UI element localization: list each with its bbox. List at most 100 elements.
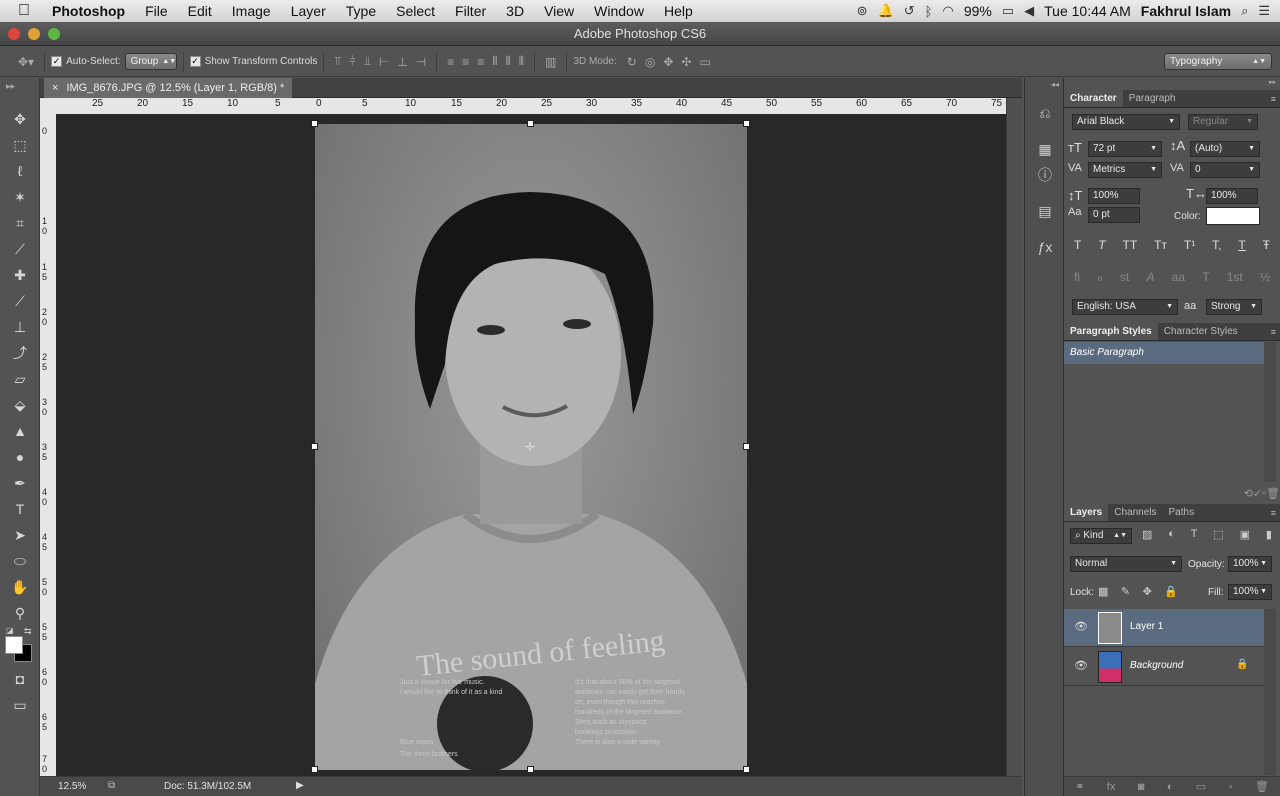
screen-mode-icon[interactable]: ▭ (0, 692, 40, 718)
lock-image-icon[interactable]: ✎ (1121, 585, 1130, 598)
add-mask-icon[interactable]: ◙ (1138, 781, 1145, 793)
bluetooth-icon[interactable]: ᛒ (925, 4, 933, 19)
fill-field[interactable]: 100% ▼ (1228, 584, 1272, 600)
paragraph-style-item[interactable]: Basic Paragraph (1064, 342, 1264, 364)
delete-layer-icon[interactable]: 🗑 (1255, 780, 1269, 793)
ordinals-button[interactable]: 1st (1227, 270, 1243, 284)
kerning-field[interactable]: Metrics ▼ (1088, 162, 1162, 178)
commit-override-icon[interactable]: ✓ (1253, 487, 1262, 500)
delete-style-icon[interactable]: 🗑 (1266, 487, 1280, 500)
notification-bell-icon[interactable]: 🔔 (878, 3, 894, 19)
leading-field[interactable]: (Auto) ▼ (1190, 141, 1260, 157)
transform-center-icon[interactable]: ✛ (525, 440, 535, 454)
clear-override-icon[interactable]: ⟲ (1244, 487, 1253, 500)
filter-toggle-icon[interactable]: ▮ (1266, 528, 1272, 541)
swap-colors-icon[interactable]: ⇆ (24, 626, 32, 637)
tab-paths[interactable]: Paths (1163, 504, 1201, 521)
notification-center-icon[interactable]: ☰ (1258, 3, 1270, 19)
layers-scrollbar[interactable] (1264, 609, 1276, 775)
faux-italic-button[interactable]: T (1098, 238, 1105, 252)
status-menu-arrow-icon[interactable]: ▶ (296, 780, 304, 791)
distribute-left-icon[interactable]: ⦀ (492, 54, 497, 69)
apple-menu-icon[interactable]:  (0, 2, 42, 20)
ornaments-button[interactable]: T (1202, 270, 1209, 284)
styles-fx-icon[interactable]: ƒx (1025, 234, 1065, 260)
type-tool-icon[interactable]: T (0, 496, 40, 522)
align-left-icon[interactable]: ⊢ (379, 55, 389, 69)
transform-handle-bc[interactable] (527, 766, 534, 773)
menu-layer[interactable]: Layer (281, 3, 336, 19)
language-field[interactable]: English: USA ▼ (1072, 299, 1178, 315)
distribute-right-icon[interactable]: ⦀ (519, 54, 524, 69)
zoom-tool-icon[interactable]: ⚲ (0, 600, 40, 626)
auto-select-dropdown[interactable]: Group ▲▼ (124, 53, 177, 70)
3d-rotate-icon[interactable]: ↻ (627, 55, 637, 69)
info-panel-icon[interactable]: ⓘ (1025, 162, 1065, 188)
align-top-icon[interactable]: ⫪ (334, 54, 341, 69)
transform-handle-tc[interactable] (527, 120, 534, 127)
close-window-button[interactable] (8, 28, 20, 40)
tab-character-styles[interactable]: Character Styles (1158, 323, 1244, 340)
filter-type-icon[interactable]: T (1191, 528, 1198, 541)
transform-handle-tr[interactable] (743, 120, 750, 127)
healing-brush-tool-icon[interactable]: ✚ (0, 262, 40, 288)
ligatures-button[interactable]: fi (1074, 270, 1080, 284)
tab-close-icon[interactable]: × (52, 82, 58, 94)
fractions-button[interactable]: ½ (1260, 270, 1270, 284)
lasso-tool-icon[interactable]: ℓ (0, 158, 40, 184)
menu-select[interactable]: Select (386, 3, 445, 19)
lock-all-icon[interactable]: 🔒 (1164, 585, 1178, 598)
menu-view[interactable]: View (534, 3, 584, 19)
menubar-clock[interactable]: Tue 10:44 AM (1044, 3, 1131, 19)
blur-tool-icon[interactable]: ▲ (0, 418, 40, 444)
new-group-icon[interactable]: ▭ (1196, 780, 1206, 793)
auto-select-checkbox[interactable]: ✓ (51, 56, 63, 67)
status-export-icon[interactable]: ⧉ (108, 780, 115, 791)
link-layers-icon[interactable]: ⚭ (1075, 780, 1084, 793)
align-vcenter-icon[interactable]: ⫩ (349, 54, 356, 69)
clone-stamp-tool-icon[interactable]: ⊥ (0, 314, 40, 340)
tab-layers[interactable]: Layers (1064, 504, 1109, 521)
vertical-scrollbar[interactable] (1006, 98, 1022, 776)
path-selection-tool-icon[interactable]: ➤ (0, 522, 40, 548)
menu-file[interactable]: File (135, 3, 178, 19)
dodge-tool-icon[interactable]: ● (0, 444, 40, 470)
magic-wand-tool-icon[interactable]: ✶ (0, 184, 40, 210)
distribute-vcenter-icon[interactable]: ≡ (462, 55, 469, 69)
transform-handle-tl[interactable] (311, 120, 318, 127)
align-hcenter-icon[interactable]: ⊥ (397, 55, 407, 69)
grid-panel-icon[interactable]: ▤ (1025, 198, 1065, 224)
crop-tool-icon[interactable]: ⌗ (0, 210, 40, 236)
opacity-field[interactable]: 100% ▼ (1228, 556, 1272, 572)
tab-paragraph-styles[interactable]: Paragraph Styles (1064, 323, 1158, 340)
small-caps-button[interactable]: Tт (1154, 238, 1167, 252)
tracking-field[interactable]: 0 ▼ (1190, 162, 1260, 178)
tools-collapse-icon[interactable]: ▸▸ (0, 78, 39, 106)
distribute-hcenter-icon[interactable]: ⦀ (506, 54, 511, 69)
default-colors-icon[interactable]: ◪ (6, 626, 14, 635)
visibility-eye-icon[interactable]: 👁 (1074, 620, 1088, 633)
distribute-bottom-icon[interactable]: ≡ (477, 55, 484, 69)
filter-pixel-icon[interactable]: ▨ (1142, 528, 1152, 541)
discretionary-ligatures-button[interactable]: ℴ (1097, 270, 1103, 284)
horizontal-scale-field[interactable]: 100% (1206, 188, 1258, 204)
font-size-field[interactable]: 72 pt ▼ (1088, 141, 1162, 157)
subscript-button[interactable]: T, (1212, 238, 1221, 252)
strikethrough-button[interactable]: Ŧ (1263, 238, 1270, 252)
workspace-dropdown[interactable]: Typography ▲▼ (1164, 53, 1272, 70)
minimize-window-button[interactable] (28, 28, 40, 40)
lock-position-icon[interactable]: ✥ (1143, 585, 1152, 598)
vertical-scale-field[interactable]: 100% (1088, 188, 1140, 204)
swatches-panel-icon[interactable]: ▦ (1025, 136, 1065, 162)
transform-handle-mr[interactable] (743, 443, 750, 450)
dock-collapse-icon[interactable]: ◂◂ (1025, 78, 1063, 100)
menu-filter[interactable]: Filter (445, 3, 496, 19)
menu-edit[interactable]: Edit (178, 3, 222, 19)
3d-slide-icon[interactable]: ✣ (681, 55, 691, 69)
menu-image[interactable]: Image (222, 3, 281, 19)
pen-tool-icon[interactable]: ✒ (0, 470, 40, 496)
distribute-top-icon[interactable]: ≡ (447, 55, 454, 69)
all-caps-button[interactable]: TT (1123, 238, 1138, 252)
eyedropper-tool-icon[interactable]: ⟋ (0, 236, 40, 262)
menubar-user[interactable]: Fakhrul Islam (1141, 3, 1231, 19)
